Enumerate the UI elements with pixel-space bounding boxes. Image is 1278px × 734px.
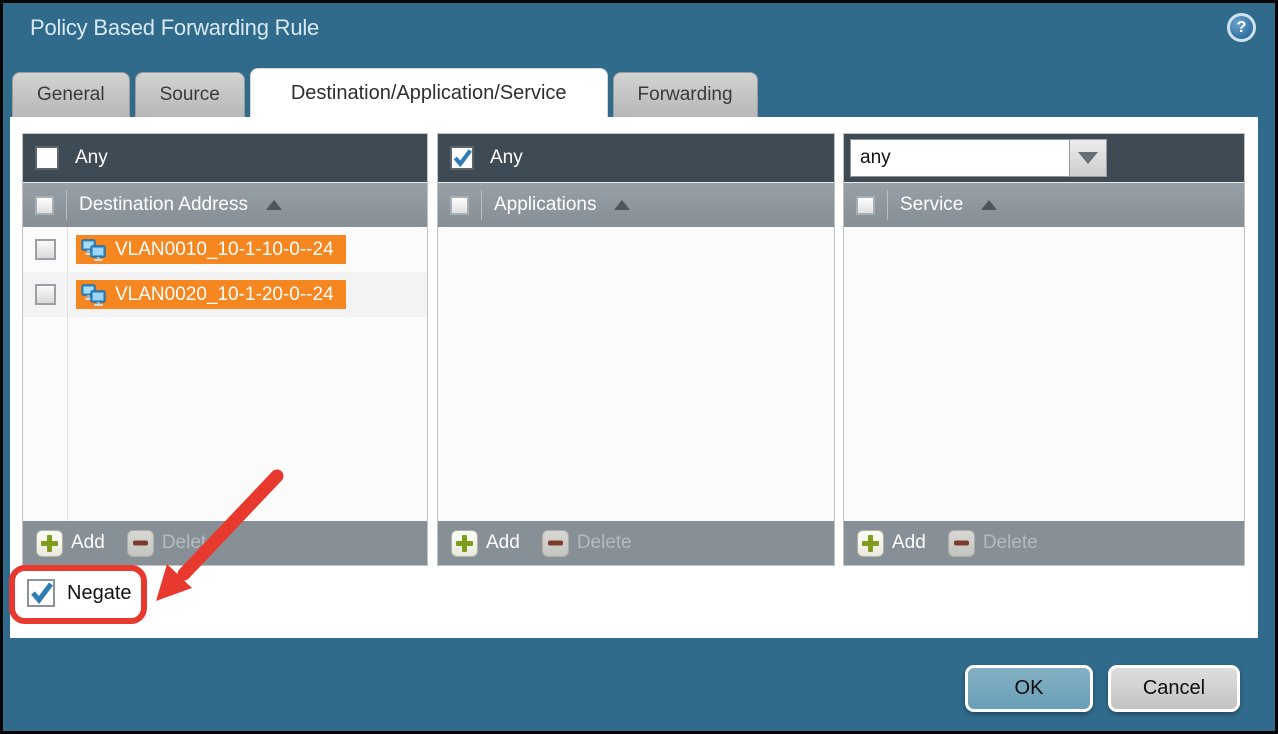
sort-asc-icon xyxy=(981,200,997,210)
sort-asc-icon xyxy=(614,200,630,210)
address-object-label: VLAN0020_10-1-20-0--24 xyxy=(115,284,334,306)
service-list xyxy=(844,227,1244,521)
table-row[interactable]: VLAN0010_10-1-10-0--24 xyxy=(23,227,427,272)
service-column: any Service Add D xyxy=(843,133,1245,566)
destination-any-bar: Any xyxy=(23,134,427,182)
service-dropdown-value[interactable]: any xyxy=(850,139,1070,177)
applications-select-all-checkbox[interactable] xyxy=(450,196,469,215)
negate-row: Negate xyxy=(27,579,132,607)
minus-icon xyxy=(127,530,154,557)
service-header[interactable]: Service xyxy=(844,182,1244,227)
negate-label: Negate xyxy=(67,582,132,605)
sort-asc-icon xyxy=(266,200,282,210)
tab-general[interactable]: General xyxy=(12,72,130,117)
address-object-label: VLAN0010_10-1-10-0--24 xyxy=(115,239,334,261)
chevron-down-icon xyxy=(1078,152,1098,164)
cancel-button[interactable]: Cancel xyxy=(1108,665,1240,712)
network-address-icon xyxy=(81,283,107,307)
delete-button-label: Delete xyxy=(162,532,217,554)
add-button[interactable]: Add xyxy=(36,530,105,557)
add-button-label: Add xyxy=(71,532,105,554)
service-any-bar: any xyxy=(844,134,1244,182)
destination-address-list: VLAN0010_10-1-10-0--24 xyxy=(23,227,427,521)
minus-icon xyxy=(542,530,569,557)
table-row[interactable]: VLAN0020_10-1-20-0--24 xyxy=(23,272,427,317)
plus-icon xyxy=(857,530,884,557)
service-dropdown[interactable]: any xyxy=(850,139,1107,177)
header-divider xyxy=(887,190,888,220)
address-object-chip[interactable]: VLAN0020_10-1-20-0--24 xyxy=(76,280,346,309)
add-button-label: Add xyxy=(486,532,520,554)
checkmark-icon xyxy=(452,147,472,169)
minus-icon xyxy=(948,530,975,557)
checkmark-icon xyxy=(29,581,53,605)
delete-button[interactable]: Delete xyxy=(127,530,217,557)
policy-based-forwarding-dialog: Policy Based Forwarding Rule ? General S… xyxy=(0,0,1278,734)
destination-any-checkbox[interactable] xyxy=(35,146,59,170)
row-checkbox[interactable] xyxy=(35,239,56,260)
destination-header-label: Destination Address xyxy=(79,194,248,216)
applications-any-label: Any xyxy=(490,147,523,169)
plus-icon xyxy=(36,530,63,557)
tab-forwarding[interactable]: Forwarding xyxy=(613,72,758,117)
destination-select-all-checkbox[interactable] xyxy=(35,196,54,215)
plus-icon xyxy=(451,530,478,557)
ok-button[interactable]: OK xyxy=(965,665,1093,712)
help-glyph: ? xyxy=(1237,19,1247,37)
delete-button-label: Delete xyxy=(577,532,632,554)
applications-column: Any Applications Add Delete xyxy=(437,133,835,566)
destination-any-label: Any xyxy=(75,147,108,169)
tab-bar: General Source Destination/Application/S… xyxy=(12,68,758,117)
applications-header[interactable]: Applications xyxy=(438,182,834,227)
delete-button-label: Delete xyxy=(983,532,1038,554)
add-button[interactable]: Add xyxy=(857,530,926,557)
applications-header-label: Applications xyxy=(494,194,596,216)
service-select-all-checkbox[interactable] xyxy=(856,196,875,215)
help-icon[interactable]: ? xyxy=(1227,13,1256,42)
header-divider xyxy=(66,190,67,220)
tab-source[interactable]: Source xyxy=(135,72,245,117)
tab-destination-application-service[interactable]: Destination/Application/Service xyxy=(250,68,608,117)
service-dropdown-button[interactable] xyxy=(1070,139,1107,177)
service-header-label: Service xyxy=(900,194,963,216)
row-checkbox[interactable] xyxy=(35,284,56,305)
applications-any-bar: Any xyxy=(438,134,834,182)
delete-button[interactable]: Delete xyxy=(948,530,1038,557)
address-object-chip[interactable]: VLAN0010_10-1-10-0--24 xyxy=(76,235,346,264)
applications-footer: Add Delete xyxy=(438,521,834,565)
applications-any-checkbox[interactable] xyxy=(450,146,474,170)
service-footer: Add Delete xyxy=(844,521,1244,565)
negate-checkbox[interactable] xyxy=(27,579,55,607)
delete-button[interactable]: Delete xyxy=(542,530,632,557)
destination-footer: Add Delete xyxy=(23,521,427,565)
applications-list xyxy=(438,227,834,521)
add-button[interactable]: Add xyxy=(451,530,520,557)
add-button-label: Add xyxy=(892,532,926,554)
header-divider xyxy=(481,190,482,220)
destination-address-header[interactable]: Destination Address xyxy=(23,182,427,227)
destination-address-column: Any Destination Address xyxy=(22,133,428,566)
dialog-title: Policy Based Forwarding Rule xyxy=(30,15,319,41)
network-address-icon xyxy=(81,238,107,262)
